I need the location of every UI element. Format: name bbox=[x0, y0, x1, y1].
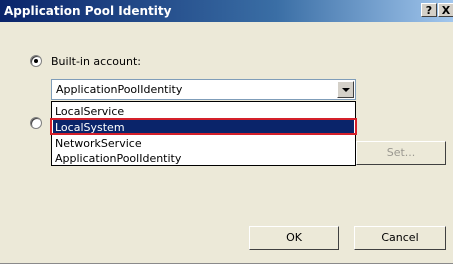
option-applicationpoolidentity[interactable]: ApplicationPoolIdentity bbox=[53, 151, 354, 166]
close-button[interactable]: X bbox=[438, 3, 453, 17]
application-pool-identity-dialog: Application Pool Identity ? X Built-in a… bbox=[0, 0, 453, 264]
cancel-button[interactable]: Cancel bbox=[354, 226, 446, 250]
ok-button[interactable]: OK bbox=[249, 226, 339, 250]
builtin-account-combobox[interactable]: ApplicationPoolIdentity bbox=[51, 79, 356, 100]
title-bar[interactable]: Application Pool Identity ? X bbox=[0, 0, 453, 22]
help-button[interactable]: ? bbox=[421, 3, 437, 17]
account-dropdown-list: LocalService LocalSystem NetworkService … bbox=[51, 101, 356, 166]
set-button[interactable]: Set... bbox=[356, 141, 446, 165]
option-networkservice[interactable]: NetworkService bbox=[53, 136, 354, 151]
option-localsystem[interactable]: LocalSystem bbox=[53, 120, 354, 135]
option-localservice[interactable]: LocalService bbox=[53, 104, 354, 119]
custom-account-radio[interactable] bbox=[30, 117, 42, 129]
window-title: Application Pool Identity bbox=[4, 4, 172, 18]
builtin-account-label: Built-in account: bbox=[51, 55, 141, 68]
chevron-down-icon[interactable] bbox=[337, 81, 354, 98]
builtin-account-radio[interactable] bbox=[30, 55, 42, 67]
combobox-value: ApplicationPoolIdentity bbox=[56, 83, 183, 96]
